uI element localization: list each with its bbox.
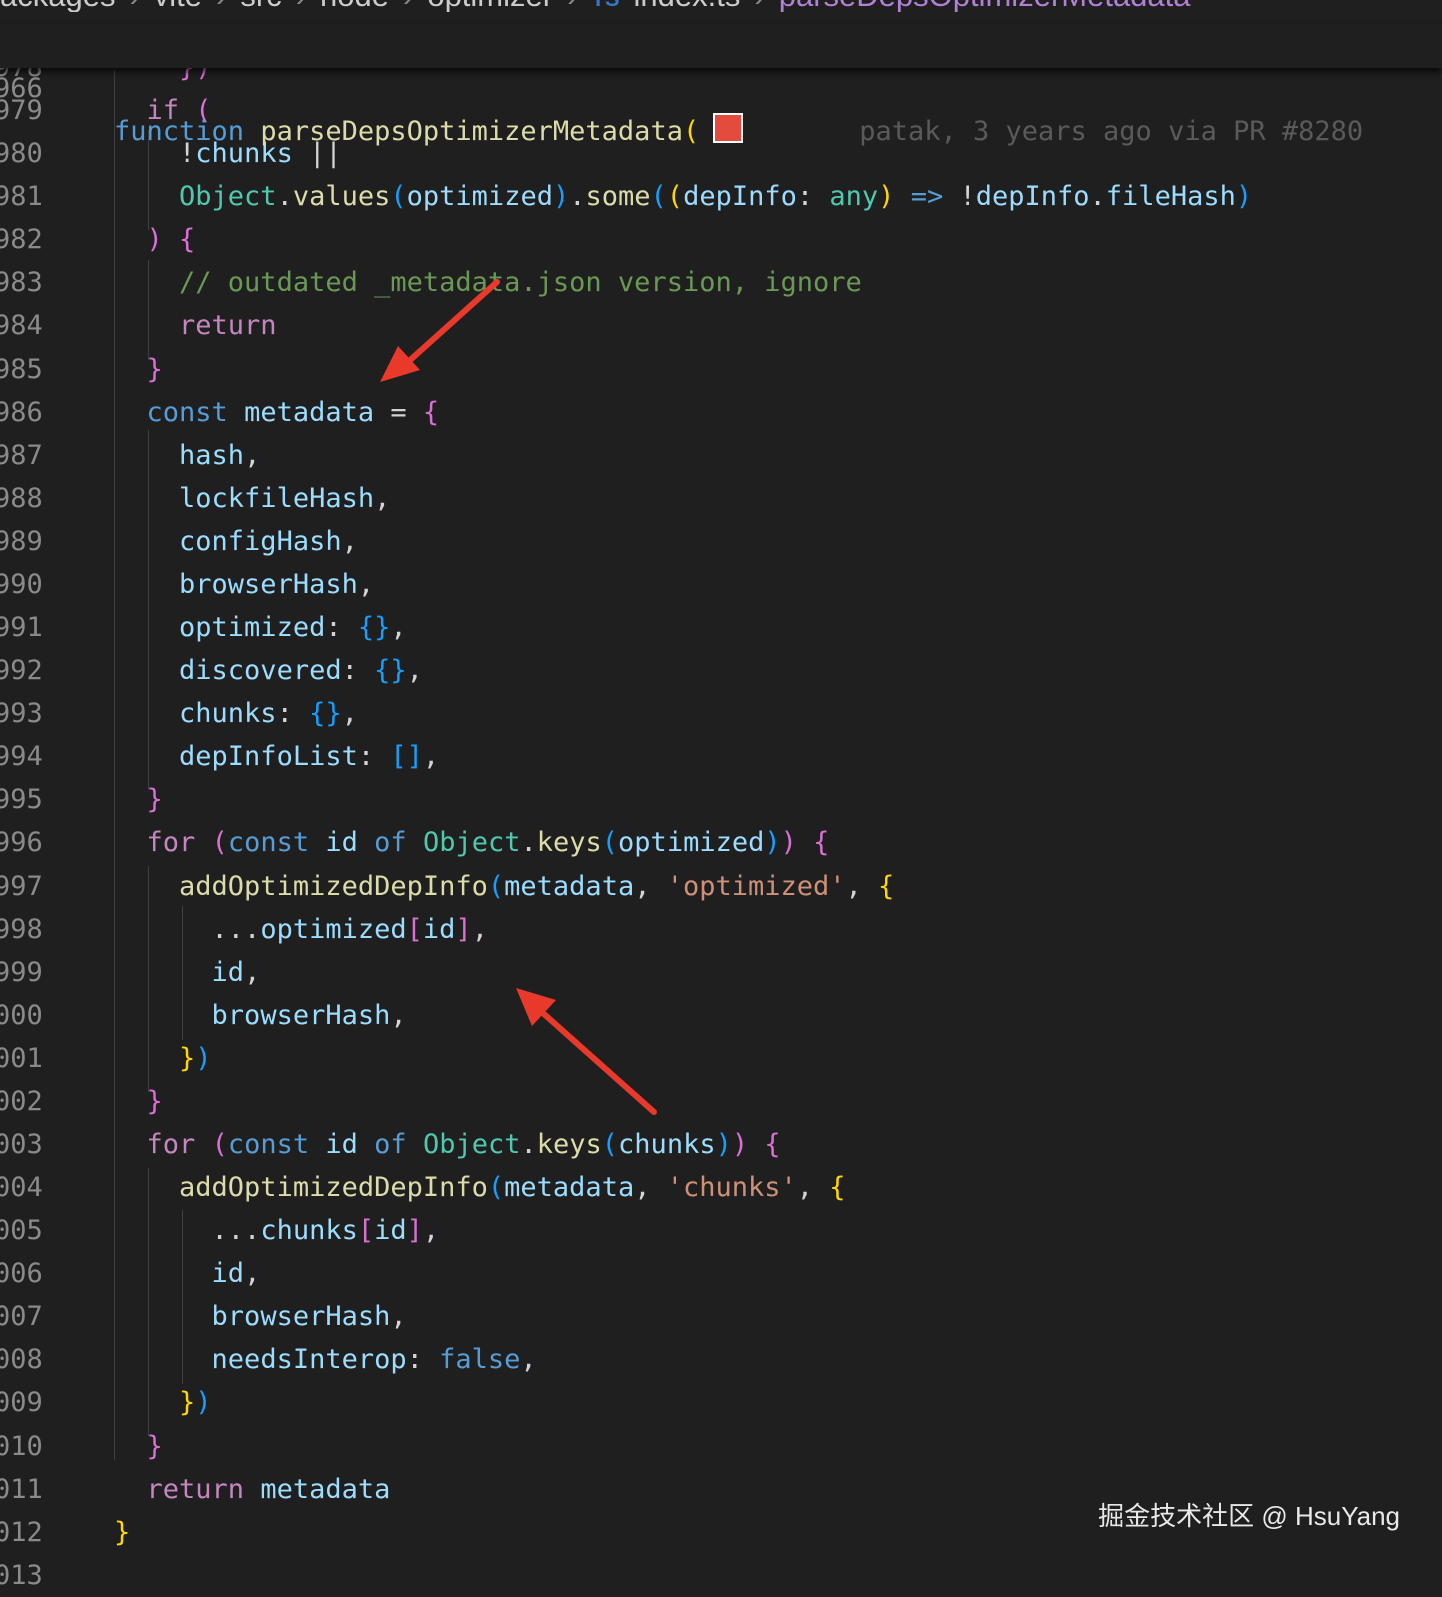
red-arrow-upper — [380, 279, 500, 382]
red-arrow-lower — [516, 988, 657, 1115]
annotation-arrows — [380, 279, 657, 1115]
